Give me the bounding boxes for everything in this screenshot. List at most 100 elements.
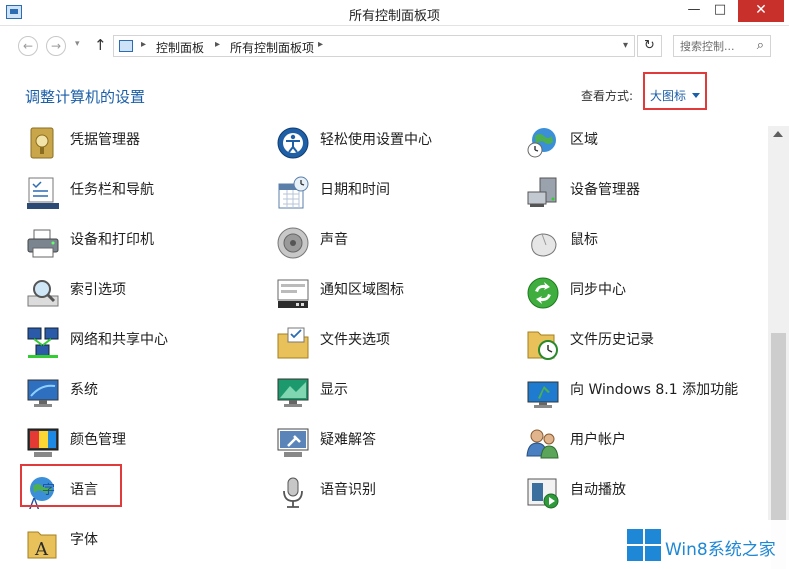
troubleshooting-icon — [277, 428, 309, 457]
item-label[interactable]: 颜色管理 — [70, 430, 266, 450]
item-label[interactable]: 索引选项 — [70, 280, 266, 300]
svg-text:A: A — [34, 539, 49, 560]
item-label[interactable]: 系统 — [70, 380, 266, 400]
item-file-history[interactable]: 文件历史记录 — [526, 326, 768, 364]
speaker-icon — [277, 227, 309, 259]
view-by-value[interactable]: 大图标 — [650, 87, 686, 104]
breadcrumb-separator[interactable]: ▸ — [141, 39, 146, 50]
forward-button[interactable]: → — [46, 36, 66, 56]
file-history-icon — [527, 331, 558, 360]
breadcrumb-control-panel[interactable]: 控制面板 — [156, 39, 204, 56]
item-label[interactable]: 设备管理器 — [570, 180, 766, 200]
item-label[interactable]: 语音识别 — [320, 480, 516, 500]
item-label[interactable]: 声音 — [320, 230, 516, 250]
taskbar-icon — [27, 177, 59, 209]
system-monitor-icon — [27, 379, 59, 407]
item-label[interactable]: 用户帐户 — [570, 430, 766, 450]
item-label[interactable]: 显示 — [320, 380, 516, 400]
item-label[interactable]: 向 Windows 8.1 添加功能 — [570, 380, 766, 400]
item-fonts[interactable]: A 字体 — [26, 526, 271, 564]
item-notification-area-icons[interactable]: 通知区域图标 — [276, 276, 521, 314]
windows-logo-icon — [627, 529, 661, 561]
color-management-icon — [27, 428, 59, 457]
item-user-accounts[interactable]: 用户帐户 — [526, 426, 768, 464]
item-label[interactable]: 鼠标 — [570, 230, 766, 250]
title-bar: 所有控制面板项 — □ ✕ — [0, 0, 789, 26]
breadcrumb-all-items[interactable]: 所有控制面板项 — [230, 39, 314, 56]
item-label[interactable]: 通知区域图标 — [320, 280, 516, 300]
item-sound[interactable]: 声音 — [276, 226, 521, 264]
folder-options-icon — [277, 327, 309, 359]
breadcrumb-separator[interactable]: ▸ — [318, 39, 323, 50]
search-box[interactable]: ⌕ — [673, 35, 771, 57]
language-highlight-box — [20, 464, 122, 507]
item-device-manager[interactable]: 设备管理器 — [526, 176, 768, 214]
maximize-button[interactable]: □ — [707, 0, 733, 22]
item-taskbar[interactable]: 任务栏和导航 — [26, 176, 271, 214]
microphone-icon — [283, 477, 303, 508]
page-title: 调整计算机的设置 — [25, 88, 146, 106]
item-label[interactable]: 同步中心 — [570, 280, 766, 300]
item-display[interactable]: 显示 — [276, 376, 521, 414]
up-button[interactable]: ↑ — [94, 36, 107, 54]
item-label[interactable]: 凭据管理器 — [70, 130, 266, 150]
view-by-label: 查看方式: — [581, 89, 634, 103]
item-folder-options[interactable]: 文件夹选项 — [276, 326, 521, 364]
item-date-time[interactable]: 日期和时间 — [276, 176, 521, 214]
region-globe-icon — [527, 128, 556, 158]
minimize-button[interactable]: — — [681, 0, 707, 22]
indexing-magnifier-icon — [27, 280, 59, 307]
calendar-clock-icon — [278, 176, 309, 209]
address-bar[interactable]: ▸ 控制面板 ▸ 所有控制面板项 ▸ ▾ — [113, 35, 635, 57]
item-label[interactable]: 疑难解答 — [320, 430, 516, 450]
item-system[interactable]: 系统 — [26, 376, 271, 414]
item-mouse[interactable]: 鼠标 — [526, 226, 768, 264]
address-dropdown-button[interactable]: ▾ — [623, 40, 628, 51]
item-network-sharing-center[interactable]: 网络和共享中心 — [26, 326, 271, 364]
item-ease-of-access[interactable]: 轻松使用设置中心 — [276, 126, 521, 164]
item-credential-manager[interactable]: 凭据管理器 — [26, 126, 271, 164]
autoplay-icon — [527, 478, 559, 509]
vertical-scrollbar[interactable] — [768, 126, 789, 569]
item-add-features[interactable]: 向 Windows 8.1 添加功能 — [526, 376, 768, 414]
credential-manager-icon — [30, 127, 54, 159]
add-features-icon — [527, 381, 559, 408]
item-label[interactable]: 自动播放 — [570, 480, 766, 500]
item-label[interactable]: 设备和打印机 — [70, 230, 266, 250]
network-icon — [27, 327, 59, 358]
item-autoplay[interactable]: 自动播放 — [526, 476, 768, 514]
watermark: Win8系统之家 — [619, 520, 789, 569]
window-title: 所有控制面板项 — [348, 9, 440, 24]
item-label[interactable]: 文件夹选项 — [320, 330, 516, 350]
ease-of-access-icon — [277, 127, 309, 159]
item-label[interactable]: 区域 — [570, 130, 766, 150]
dropdown-arrow-icon[interactable] — [692, 93, 700, 98]
item-devices-printers[interactable]: 设备和打印机 — [26, 226, 271, 264]
recent-locations-button[interactable]: ▾ — [75, 39, 80, 49]
user-accounts-icon — [526, 429, 559, 459]
item-troubleshooting[interactable]: 疑难解答 — [276, 426, 521, 464]
item-label[interactable]: 字体 — [70, 530, 266, 550]
view-by-dropdown[interactable]: 大图标 — [643, 72, 707, 110]
breadcrumb-separator[interactable]: ▸ — [215, 39, 220, 50]
sync-center-icon — [527, 277, 559, 309]
item-color-management[interactable]: 颜色管理 — [26, 426, 271, 464]
item-sync-center[interactable]: 同步中心 — [526, 276, 768, 314]
item-region[interactable]: 区域 — [526, 126, 768, 164]
item-label[interactable]: 文件历史记录 — [570, 330, 766, 350]
refresh-button[interactable]: ↻ — [637, 35, 662, 57]
close-button[interactable]: ✕ — [738, 0, 784, 22]
display-icon — [277, 378, 309, 407]
item-speech-recognition[interactable]: 语音识别 — [276, 476, 521, 514]
item-label[interactable]: 轻松使用设置中心 — [320, 130, 516, 150]
search-input[interactable] — [680, 38, 748, 54]
item-label[interactable]: 日期和时间 — [320, 180, 516, 200]
item-indexing-options[interactable]: 索引选项 — [26, 276, 271, 314]
scroll-up-arrow-icon[interactable] — [773, 131, 783, 137]
search-icon[interactable]: ⌕ — [757, 38, 764, 53]
printer-icon — [27, 229, 59, 258]
back-button[interactable]: ← — [18, 36, 38, 56]
watermark-text: Win8系统之家 — [665, 540, 776, 560]
item-label[interactable]: 网络和共享中心 — [70, 330, 266, 350]
item-label[interactable]: 任务栏和导航 — [70, 180, 266, 200]
